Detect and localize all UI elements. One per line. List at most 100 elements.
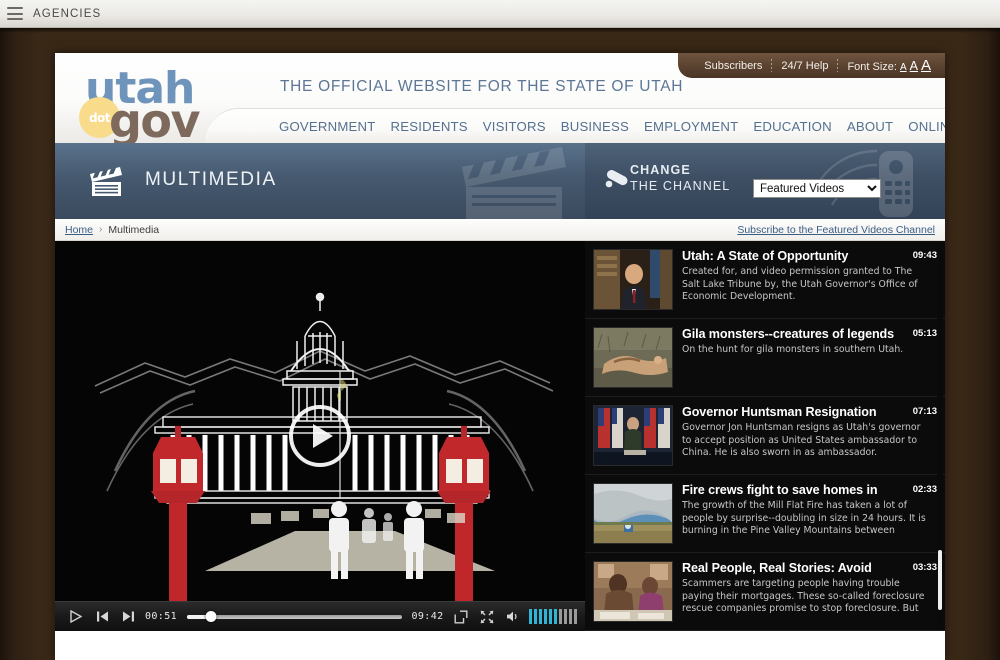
volume-bar[interactable] <box>568 609 572 624</box>
font-size-medium-button[interactable]: A <box>910 59 918 73</box>
playlist-item-body: Utah: A State of Opportunity 09:43 Creat… <box>682 249 937 310</box>
nav-item-employment[interactable]: EMPLOYMENT <box>644 119 738 134</box>
thumbnail-image <box>594 328 672 387</box>
playlist-item[interactable]: Utah: A State of Opportunity 09:43 Creat… <box>585 241 945 319</box>
help-link[interactable]: 24/7 Help <box>781 60 828 72</box>
progress-track <box>187 614 402 619</box>
playlist-item-title: Gila monsters--creatures of legends <box>682 327 895 341</box>
volume-slider[interactable] <box>528 609 577 624</box>
playlist-item-body: Gila monsters--creatures of legends 05:1… <box>682 327 937 388</box>
playlist-item[interactable]: Real People, Real Stories: Avoid 03:33 S… <box>585 553 945 631</box>
breadcrumb-bar: Home › Multimedia Subscribe to the Featu… <box>55 219 945 241</box>
site-header: Subscribers 24/7 Help Font Size: A A A u… <box>55 53 945 148</box>
previous-button[interactable] <box>89 604 115 630</box>
popout-icon <box>454 610 467 623</box>
nav-item-education[interactable]: EDUCATION <box>753 119 831 134</box>
playlist-item-duration: 05:13 <box>912 328 937 339</box>
playlist-item-duration: 07:13 <box>912 406 937 417</box>
playlist-item[interactable]: Gila monsters--creatures of legends 05:1… <box>585 319 945 397</box>
nav-item-business[interactable]: BUSINESS <box>561 119 629 134</box>
player-controls: 00:51 09:42 <box>55 601 585 631</box>
hamburger-icon[interactable] <box>7 7 23 20</box>
playlist-item-duration: 03:33 <box>912 562 937 573</box>
change-channel-panel: CHANGE THE CHANNEL Featured Videos <box>585 143 945 219</box>
playlist-item-description: Scammers are targeting people having tro… <box>682 578 925 614</box>
main-nav-panel: GOVERNMENT RESIDENTS VISITORS BUSINESS E… <box>205 108 945 143</box>
clapperboard-watermark-icon <box>462 147 566 219</box>
playlist-item-body: Governor Huntsman Resignation 07:13 Gove… <box>682 405 937 466</box>
main-nav: GOVERNMENT RESIDENTS VISITORS BUSINESS E… <box>279 109 945 144</box>
nav-item-about[interactable]: ABOUT <box>847 119 893 134</box>
playlist-item-duration: 02:33 <box>912 484 937 495</box>
subscribe-channel-link[interactable]: Subscribe to the Featured Videos Channel <box>737 224 935 236</box>
current-time: 00:51 <box>144 611 178 622</box>
total-time: 09:42 <box>411 611 444 622</box>
play-icon <box>70 610 82 623</box>
nav-item-online-services[interactable]: ONLINE SERVICES <box>908 119 945 134</box>
playlist-item-duration: 09:43 <box>912 250 937 261</box>
logo-word-gov: gov <box>109 94 201 148</box>
channel-select-dropdown[interactable]: Featured Videos <box>753 179 881 198</box>
video-player[interactable]: 00:51 09:42 <box>55 241 585 631</box>
playlist-item-title: Governor Huntsman Resignation <box>682 405 877 419</box>
nav-item-visitors[interactable]: VISITORS <box>483 119 546 134</box>
mute-button[interactable] <box>500 604 526 630</box>
multimedia-banner: MULTIMEDIA <box>55 143 585 219</box>
playlist-thumbnail <box>593 249 673 310</box>
progress-scrubber[interactable] <box>187 608 402 626</box>
volume-bar[interactable] <box>548 609 552 624</box>
volume-bar[interactable] <box>573 609 577 624</box>
playlist-scrollbar[interactable] <box>937 245 943 627</box>
agencies-label[interactable]: AGENCIES <box>33 8 101 20</box>
volume-bar[interactable] <box>538 609 542 624</box>
fullscreen-icon <box>479 609 494 624</box>
utility-bar: Subscribers 24/7 Help Font Size: A A A <box>678 53 945 78</box>
popout-button[interactable] <box>448 604 474 630</box>
playlist-thumbnail <box>593 561 673 622</box>
content-area-below-player <box>55 631 945 660</box>
nav-item-residents[interactable]: RESIDENTS <box>391 119 468 134</box>
volume-bar[interactable] <box>528 609 532 624</box>
play-overlay-button[interactable] <box>289 405 351 467</box>
change-channel-line1: CHANGE <box>630 163 691 177</box>
section-title: MULTIMEDIA <box>145 169 277 190</box>
thumbnail-image <box>594 562 672 621</box>
volume-bar[interactable] <box>553 609 557 624</box>
next-button[interactable] <box>115 604 141 630</box>
thumbnail-image <box>594 406 672 465</box>
volume-bar[interactable] <box>563 609 567 624</box>
playlist-item-description: Governor Jon Huntsman resigns as Utah's … <box>682 422 921 458</box>
font-size-large-button[interactable]: A <box>921 57 931 74</box>
video-playlist[interactable]: Utah: A State of Opportunity 09:43 Creat… <box>585 241 945 631</box>
playlist-item-title: Real People, Real Stories: Avoid <box>682 561 872 575</box>
volume-bar[interactable] <box>543 609 547 624</box>
font-size-control: Font Size: A A A <box>847 57 931 74</box>
progress-knob[interactable] <box>205 611 217 622</box>
volume-bar[interactable] <box>533 609 537 624</box>
play-icon <box>312 424 333 448</box>
playlist-thumbnail <box>593 327 673 388</box>
playlist-item-description: The growth of the Mill Flat Fire has tak… <box>682 500 926 536</box>
font-size-small-button[interactable]: A <box>900 62 907 73</box>
change-channel-line2: THE CHANNEL <box>630 179 731 193</box>
font-size-label: Font Size: <box>847 61 897 73</box>
play-button[interactable] <box>63 604 89 630</box>
next-track-icon <box>122 611 134 622</box>
subscribers-link[interactable]: Subscribers <box>704 60 762 72</box>
playlist-item-description: On the hunt for gila monsters in souther… <box>682 344 904 355</box>
volume-bar[interactable] <box>558 609 562 624</box>
thumbnail-image <box>594 484 672 543</box>
breadcrumb-home-link[interactable]: Home <box>65 224 93 236</box>
site-panel: Subscribers 24/7 Help Font Size: A A A u… <box>55 53 945 660</box>
playlist-thumbnail <box>593 483 673 544</box>
player-area: 00:51 09:42 Utah: A State of Opportunity… <box>55 241 945 631</box>
nav-item-government[interactable]: GOVERNMENT <box>279 119 376 134</box>
playlist-scrollbar-thumb[interactable] <box>938 550 942 610</box>
playlist-item[interactable]: Fire crews fight to save homes in 02:33 … <box>585 475 945 553</box>
clapperboard-icon <box>90 167 122 196</box>
site-tagline: THE OFFICIAL WEBSITE FOR THE STATE OF UT… <box>280 78 684 95</box>
chevron-right-icon: › <box>99 224 103 235</box>
fullscreen-button[interactable] <box>474 604 500 630</box>
playlist-item[interactable]: Governor Huntsman Resignation 07:13 Gove… <box>585 397 945 475</box>
change-channel-text: CHANGE THE CHANNEL <box>630 163 730 193</box>
